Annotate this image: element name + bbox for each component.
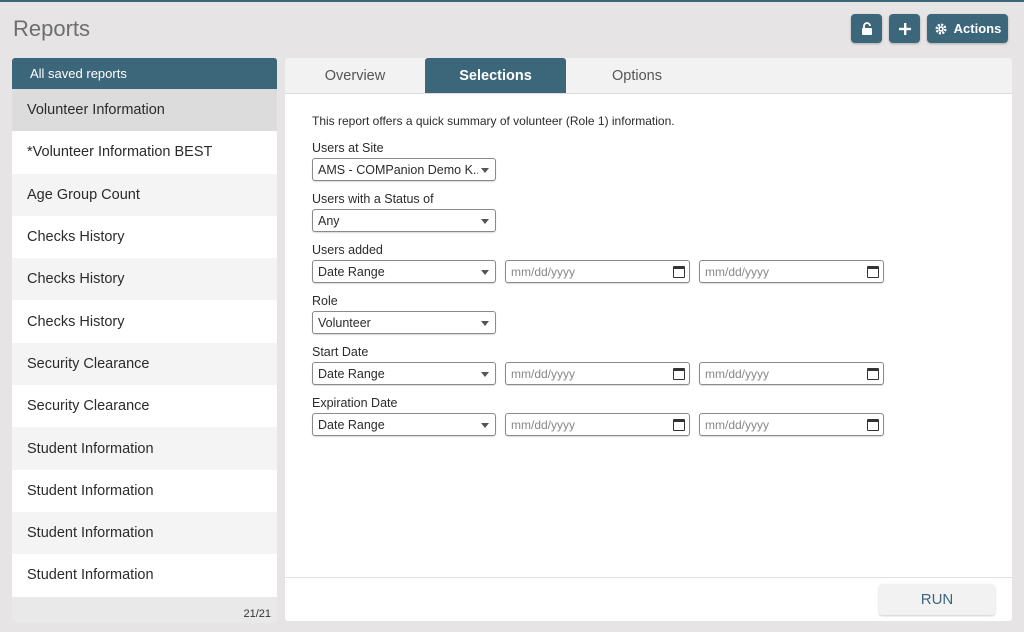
users-added-select[interactable]: Date Range [312,260,496,283]
report-description: This report offers a quick summary of vo… [312,114,675,128]
tab-options[interactable]: Options [566,58,708,93]
expiration-date-to-date[interactable]: mm/dd/yyyy [699,413,884,436]
sidebar-item-report[interactable]: Age Group Count [12,173,277,216]
plus-icon [898,22,912,36]
sidebar-item-report[interactable]: Student Information [12,511,277,555]
report-panel: Overview Selections Options This report … [285,58,1012,621]
panel-footer: RUN [285,577,1012,621]
start-date-from-date[interactable]: mm/dd/yyyy [505,362,690,385]
sidebar-item-report[interactable]: Security Clearance [12,342,277,386]
saved-reports-sidebar: All saved reports Volunteer Information … [12,58,277,623]
expiration-date-label: Expiration Date [312,396,398,410]
start-date-select[interactable]: Date Range [312,362,496,385]
date-placeholder: mm/dd/yyyy [511,417,576,432]
saved-reports-list[interactable]: Volunteer Information *Volunteer Informa… [12,89,277,599]
header-actions: Actions [851,14,1008,43]
sidebar-item-report[interactable]: Student Information [12,469,277,512]
users-added-from-date[interactable]: mm/dd/yyyy [505,260,690,283]
chevron-down-icon [481,423,489,428]
date-placeholder: mm/dd/yyyy [705,264,770,279]
lock-icon [860,21,874,36]
run-button[interactable]: RUN [879,584,995,615]
role-label: Role [312,294,338,308]
top-border [0,0,1024,2]
sidebar-item-report[interactable]: *Volunteer Information BEST [12,131,277,174]
sidebar-item-report[interactable]: Checks History [12,215,277,259]
chevron-down-icon [481,321,489,326]
sidebar-item-report[interactable]: Student Information [12,554,277,597]
users-added-label: Users added [312,243,383,257]
sidebar-item-report[interactable]: Checks History [12,300,277,343]
report-count: 21/21 [243,608,271,620]
chevron-down-icon [481,270,489,275]
add-report-button[interactable] [889,14,920,43]
lock-button[interactable] [851,14,882,43]
sidebar-item-report[interactable]: Checks History [12,258,277,301]
status-value: Any [318,213,340,228]
date-placeholder: mm/dd/yyyy [511,264,576,279]
start-date-label: Start Date [312,345,369,359]
start-date-to-date[interactable]: mm/dd/yyyy [699,362,884,385]
users-added-value: Date Range [318,264,385,279]
selections-form: This report offers a quick summary of vo… [285,94,1012,436]
actions-label: Actions [953,21,1002,36]
date-placeholder: mm/dd/yyyy [705,366,770,381]
sidebar-header: All saved reports [12,58,277,89]
chevron-down-icon [481,219,489,224]
calendar-icon[interactable] [867,265,879,278]
role-select[interactable]: Volunteer [312,311,496,334]
sidebar-item-report[interactable]: Security Clearance [12,385,277,428]
expiration-date-value: Date Range [318,417,385,432]
actions-button[interactable]: Actions [927,14,1008,43]
users-added-to-date[interactable]: mm/dd/yyyy [699,260,884,283]
calendar-icon[interactable] [673,367,685,380]
sidebar-item-report[interactable]: Volunteer Information [12,89,277,132]
date-placeholder: mm/dd/yyyy [511,366,576,381]
calendar-icon[interactable] [673,418,685,431]
status-label: Users with a Status of [312,192,434,206]
expiration-date-from-date[interactable]: mm/dd/yyyy [505,413,690,436]
chevron-down-icon [481,372,489,377]
gear-icon [934,22,948,36]
calendar-icon[interactable] [867,367,879,380]
calendar-icon[interactable] [867,418,879,431]
start-date-value: Date Range [318,366,385,381]
tab-overview[interactable]: Overview [285,58,425,93]
users-at-site-value: AMS - COMPanion Demo K... [318,162,478,177]
role-value: Volunteer [318,315,371,330]
sidebar-item-report[interactable]: Student Information [12,427,277,470]
tab-selections[interactable]: Selections [425,58,566,93]
date-placeholder: mm/dd/yyyy [705,417,770,432]
users-at-site-select[interactable]: AMS - COMPanion Demo K... [312,158,496,181]
chevron-down-icon [481,168,489,173]
calendar-icon[interactable] [673,265,685,278]
page-title: Reports [13,16,91,41]
users-at-site-label: Users at Site [312,141,384,155]
expiration-date-select[interactable]: Date Range [312,413,496,436]
report-tabs: Overview Selections Options [285,58,1012,94]
status-select[interactable]: Any [312,209,496,232]
